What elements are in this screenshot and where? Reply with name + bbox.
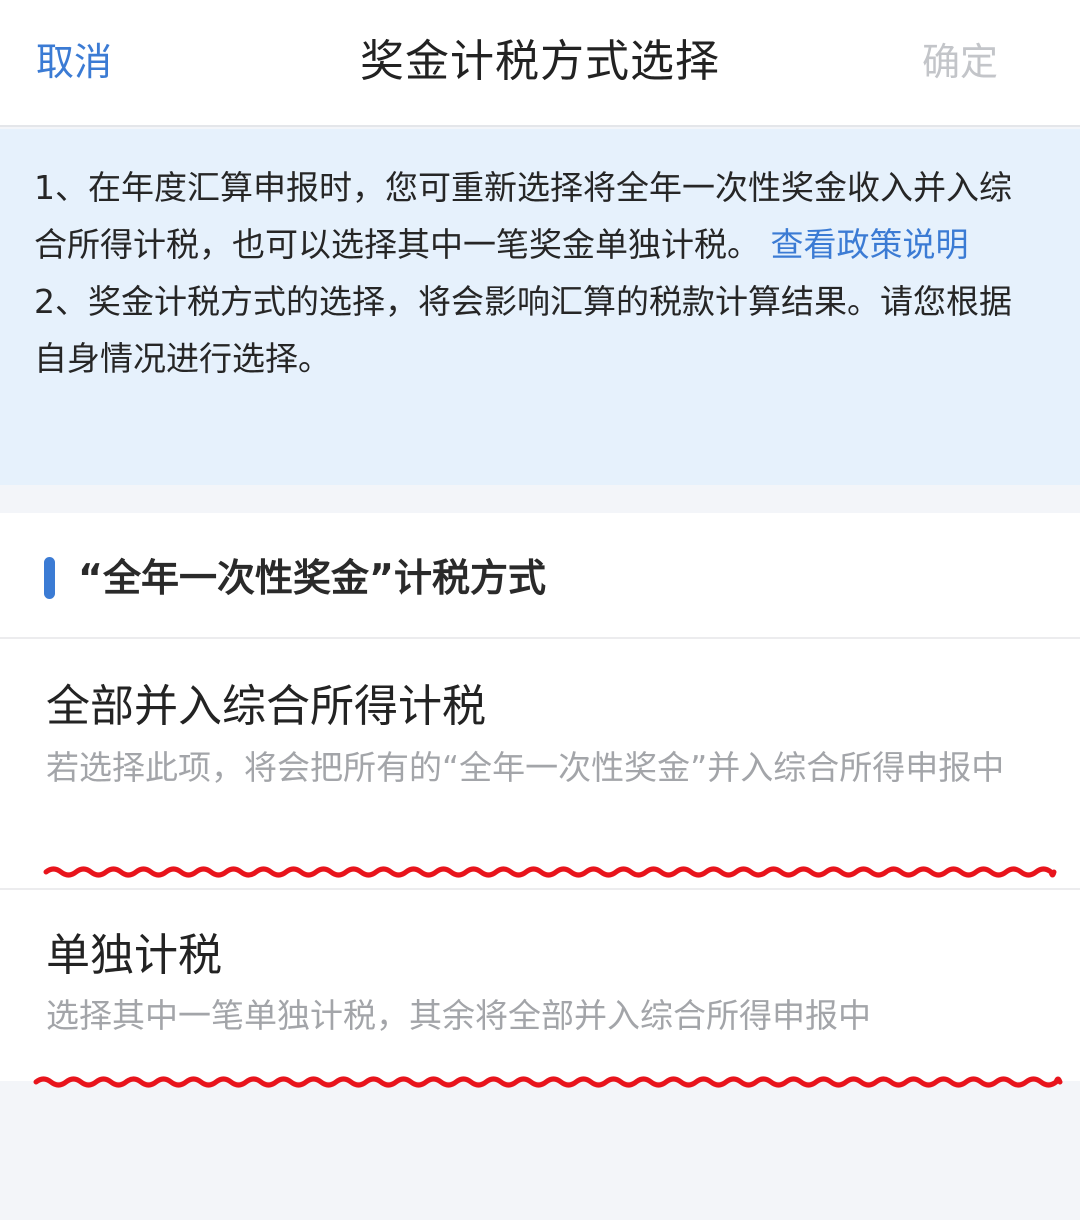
notice-item-1: 1、在年度汇算申报时，您可重新选择将全年一次性奖金收入并入综合所得计税，也可以选… <box>34 159 1040 273</box>
section-accent-bar <box>44 557 55 599</box>
bonus-tax-method-page: 取消 奖金计税方式选择 确定 1、在年度汇算申报时，您可重新选择将全年一次性奖金… <box>0 0 1080 1220</box>
option-merge-into-comprehensive[interactable]: 全部并入综合所得计税 若选择此项，将会把所有的“全年一次性奖金”并入综合所得申报… <box>0 640 1080 890</box>
section-title: “全年一次性奖金”计税方式 <box>78 556 546 600</box>
option-title: 全部并入综合所得计税 <box>46 681 486 732</box>
nav-header: 取消 奖金计税方式选择 确定 <box>0 0 1080 127</box>
notice-item-2: 2、奖金计税方式的选择，将会影响汇算的税款计算结果。请您根据自身情况进行选择。 <box>34 282 1012 378</box>
confirm-button[interactable]: 确定 <box>922 36 998 88</box>
section-header: “全年一次性奖金”计税方式 <box>0 513 1080 639</box>
option-description: 若选择此项，将会把所有的“全年一次性奖金”并入综合所得申报中 <box>46 748 1005 787</box>
option-title: 单独计税 <box>46 930 222 981</box>
view-policy-link[interactable]: 查看政策说明 <box>771 225 969 264</box>
option-separate-taxation[interactable]: 单独计税 选择其中一笔单独计税，其余将全部并入综合所得申报中 <box>0 892 1080 1081</box>
page-title: 奖金计税方式选择 <box>360 36 720 87</box>
tax-method-section: “全年一次性奖金”计税方式 全部并入综合所得计税 若选择此项，将会把所有的“全年… <box>0 513 1080 1081</box>
notice-panel: 1、在年度汇算申报时，您可重新选择将全年一次性奖金收入并入综合所得计税，也可以选… <box>0 129 1080 485</box>
option-description: 选择其中一笔单独计税，其余将全部并入综合所得申报中 <box>46 996 871 1035</box>
